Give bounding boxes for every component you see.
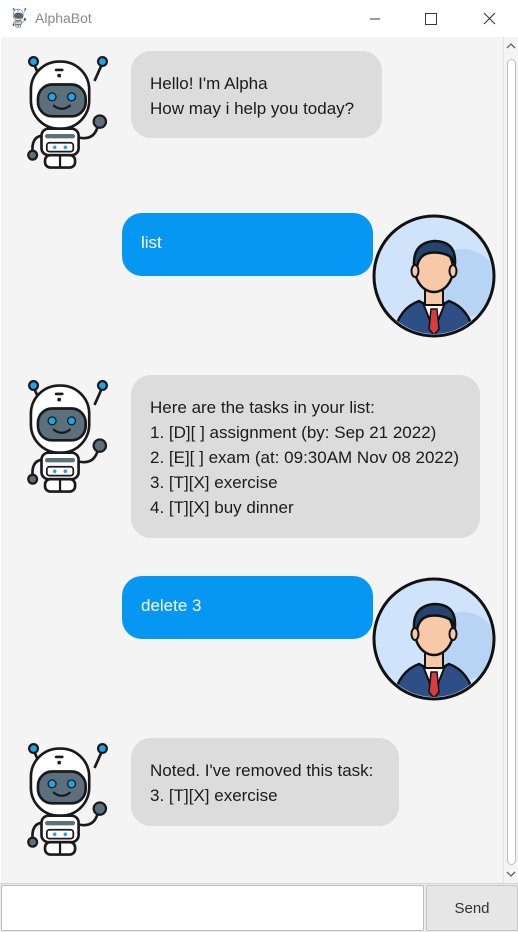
bot-avatar-icon (15, 736, 121, 860)
maximize-button[interactable] (408, 0, 454, 37)
scrollbar-thumb[interactable] (507, 59, 516, 865)
message-line: How may i help you today? (150, 99, 355, 118)
message-line: 2. [E][ ] exam (at: 09:30AM Nov 08 2022) (150, 448, 459, 467)
send-button[interactable]: Send (426, 885, 518, 931)
minimize-button[interactable] (352, 0, 398, 37)
message-line: 4. [T][X] buy dinner (150, 498, 294, 517)
input-row: Send (0, 883, 518, 932)
close-button[interactable] (466, 0, 512, 37)
bot-message-bubble: Hello! I'm Alpha How may i help you toda… (131, 51, 382, 138)
message-input[interactable] (1, 885, 424, 931)
message-line: Hello! I'm Alpha (150, 74, 268, 93)
bot-avatar-icon (15, 373, 121, 497)
bot-avatar-icon (15, 49, 121, 173)
message-line: Here are the tasks in your list: (150, 398, 375, 417)
user-message-bubble: delete 3 (122, 576, 373, 639)
chat-area[interactable]: Hello! I'm Alpha How may i help you toda… (1, 37, 503, 883)
title-bar: AlphaBot (0, 0, 518, 37)
bot-message-bubble: Noted. I've removed this task: 3. [T][X]… (131, 738, 399, 826)
scroll-down-icon[interactable] (506, 869, 516, 879)
bot-message-bubble: Here are the tasks in your list: 1. [D][… (131, 375, 480, 538)
chat-scrollbar[interactable] (503, 37, 518, 883)
user-avatar-icon (371, 576, 497, 702)
user-avatar-icon (371, 213, 497, 339)
message-line: 1. [D][ ] assignment (by: Sep 21 2022) (150, 423, 437, 442)
user-message-bubble: list (122, 213, 373, 276)
close-icon (483, 12, 495, 25)
maximize-icon (425, 12, 437, 25)
window-title: AlphaBot (35, 10, 92, 26)
scroll-up-icon[interactable] (506, 41, 516, 51)
message-line: Noted. I've removed this task: (150, 761, 374, 780)
message-line: list (141, 233, 162, 252)
message-line: delete 3 (141, 596, 202, 615)
robot-icon (9, 7, 30, 28)
message-line: 3. [T][X] exercise (150, 786, 278, 805)
message-line: 3. [T][X] exercise (150, 473, 278, 492)
minimize-icon (370, 18, 380, 19)
